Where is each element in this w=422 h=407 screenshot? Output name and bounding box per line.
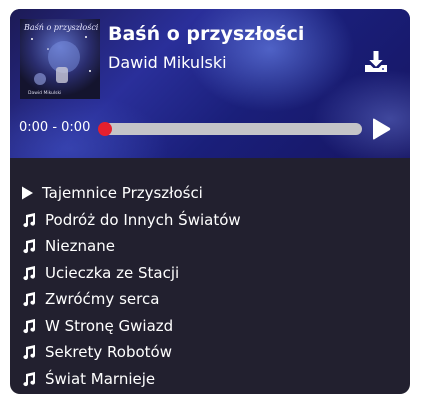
music-note-icon <box>21 371 37 387</box>
music-note-icon <box>21 265 37 281</box>
playlist-item[interactable]: Zwróćmy serca <box>21 287 159 311</box>
progress-handle[interactable] <box>98 122 112 136</box>
playlist-item[interactable]: Nieznane <box>21 234 115 258</box>
music-note-icon <box>21 318 37 334</box>
download-icon[interactable] <box>364 50 388 74</box>
playlist-item-label: Świat Marnieje <box>45 369 156 388</box>
player-header: Baśń o przyszłości Dawid Mikulski Baśń o… <box>10 9 410 158</box>
music-note-icon <box>21 344 37 360</box>
music-note-icon <box>21 238 37 254</box>
music-note-icon <box>21 212 37 228</box>
album-cover: Baśń o przyszłości Dawid Mikulski <box>20 19 100 99</box>
track-title: Baśń o przyszłości <box>108 23 305 45</box>
track-artist: Dawid Mikulski <box>108 53 227 72</box>
playlist-item[interactable]: W Stronę Gwiazd <box>21 314 173 338</box>
playlist-item-label: Zwróćmy serca <box>45 290 160 308</box>
audio-player: Baśń o przyszłości Dawid Mikulski Baśń o… <box>10 9 410 394</box>
cover-title: Baśń o przyszłości <box>24 23 99 32</box>
playlist-item-label: Podróż do Innych Światów <box>45 210 241 229</box>
playlist-item-label: Ucieczka ze Stacji <box>45 263 180 282</box>
play-icon <box>21 185 34 201</box>
playlist-item[interactable]: Ucieczka ze Stacji <box>21 261 179 285</box>
playlist-item[interactable]: Świat Marnieje <box>21 367 155 391</box>
playlist-item-label: W Stronę Gwiazd <box>45 316 174 335</box>
playlist-item-label: Nieznane <box>45 237 115 255</box>
play-icon <box>373 118 391 140</box>
cover-author: Dawid Mikulski <box>28 91 62 96</box>
music-note-icon <box>21 291 37 307</box>
play-button[interactable] <box>370 117 392 141</box>
time-display: 0:00 - 0:00 <box>19 120 91 135</box>
playlist-item-label: Tajemnice Przyszłości <box>42 184 203 202</box>
progress-bar[interactable] <box>99 123 362 135</box>
playlist-item-label: Sekrety Robotów <box>45 343 172 361</box>
playlist-item[interactable]: Tajemnice Przyszłości <box>21 181 203 205</box>
playlist-item[interactable]: Podróż do Innych Światów <box>21 208 241 232</box>
playlist-item[interactable]: Sekrety Robotów <box>21 340 172 364</box>
